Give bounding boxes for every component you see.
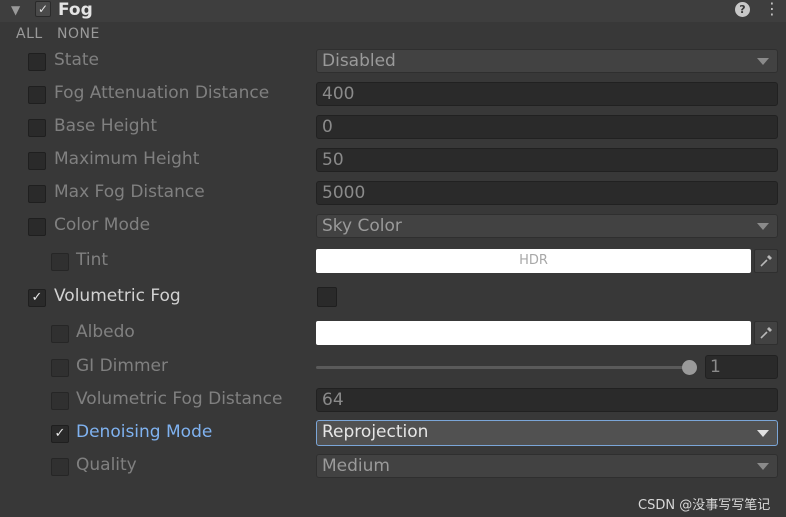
tint-label: Tint: [76, 250, 109, 270]
none-toggle-link[interactable]: NONE: [57, 26, 100, 42]
state-override-checkbox[interactable]: [28, 53, 46, 71]
volumetric-fog-override-checkbox[interactable]: ✓: [28, 289, 46, 307]
maximum-height-field[interactable]: 50: [316, 148, 778, 172]
quality-override-checkbox[interactable]: [51, 458, 69, 476]
albedo-eyedropper-button[interactable]: [754, 321, 778, 345]
chevron-down-icon: [757, 223, 769, 230]
gi-dimmer-label: GI Dimmer: [76, 356, 168, 376]
maximum-height-override-checkbox[interactable]: [28, 152, 46, 170]
tint-override-checkbox[interactable]: [51, 253, 69, 271]
color-mode-value: Sky Color: [322, 216, 402, 236]
kebab-menu-icon[interactable]: ⋮: [764, 0, 780, 18]
chevron-down-icon: [757, 58, 769, 65]
all-toggle-link[interactable]: ALL: [16, 26, 43, 42]
color-mode-label: Color Mode: [54, 215, 151, 235]
quality-label: Quality: [76, 455, 137, 475]
denoising-mode-dropdown[interactable]: Reprojection: [316, 420, 778, 446]
eyedropper-icon: [760, 327, 772, 339]
denoising-mode-override-checkbox[interactable]: ✓: [51, 425, 69, 443]
gi-dimmer-slider-track[interactable]: [316, 366, 690, 369]
fog-attenuation-label: Fog Attenuation Distance: [54, 83, 270, 103]
fog-enabled-checkbox[interactable]: ✓: [35, 1, 51, 17]
watermark-text: CSDN @没事写写笔记: [638, 498, 771, 513]
color-mode-dropdown[interactable]: Sky Color: [316, 214, 778, 238]
maximum-height-label: Maximum Height: [54, 149, 200, 169]
denoising-mode-value: Reprojection: [322, 422, 429, 442]
volumetric-fog-distance-field[interactable]: 64: [316, 388, 778, 412]
volumetric-fog-distance-label: Volumetric Fog Distance: [76, 389, 283, 409]
base-height-override-checkbox[interactable]: [28, 119, 46, 137]
tint-color-swatch[interactable]: HDR: [316, 249, 751, 273]
foldout-arrow-icon[interactable]: ▼: [11, 3, 20, 17]
fog-attenuation-override-checkbox[interactable]: [28, 86, 46, 104]
volumetric-fog-value-checkbox[interactable]: [317, 287, 337, 307]
albedo-color-swatch[interactable]: [316, 321, 751, 345]
chevron-down-icon: [757, 430, 769, 437]
quality-value: Medium: [322, 456, 390, 476]
component-title: Fog: [58, 0, 93, 20]
chevron-down-icon: [757, 463, 769, 470]
volumetric-fog-label: Volumetric Fog: [54, 286, 181, 306]
quality-dropdown[interactable]: Medium: [316, 454, 778, 478]
max-fog-distance-field[interactable]: 5000: [316, 181, 778, 205]
state-label: State: [54, 50, 99, 70]
tint-eyedropper-button[interactable]: [754, 249, 778, 273]
volumetric-fog-distance-override-checkbox[interactable]: [51, 392, 69, 410]
fog-component-header: ▼ ✓ Fog ? ⋮: [0, 0, 786, 22]
hdr-label: HDR: [519, 253, 548, 268]
gi-dimmer-slider-handle[interactable]: [682, 360, 697, 375]
gi-dimmer-field[interactable]: 1: [705, 355, 778, 379]
albedo-override-checkbox[interactable]: [51, 325, 69, 343]
state-value: Disabled: [322, 51, 396, 71]
color-mode-override-checkbox[interactable]: [28, 218, 46, 236]
base-height-label: Base Height: [54, 116, 157, 136]
base-height-field[interactable]: 0: [316, 115, 778, 139]
fog-attenuation-field[interactable]: 400: [316, 82, 778, 106]
help-icon[interactable]: ?: [735, 2, 750, 17]
eyedropper-icon: [760, 255, 772, 267]
state-dropdown[interactable]: Disabled: [316, 49, 778, 73]
denoising-mode-label: Denoising Mode: [76, 422, 213, 442]
max-fog-distance-label: Max Fog Distance: [54, 182, 205, 202]
albedo-label: Albedo: [76, 322, 135, 342]
gi-dimmer-override-checkbox[interactable]: [51, 359, 69, 377]
max-fog-distance-override-checkbox[interactable]: [28, 185, 46, 203]
